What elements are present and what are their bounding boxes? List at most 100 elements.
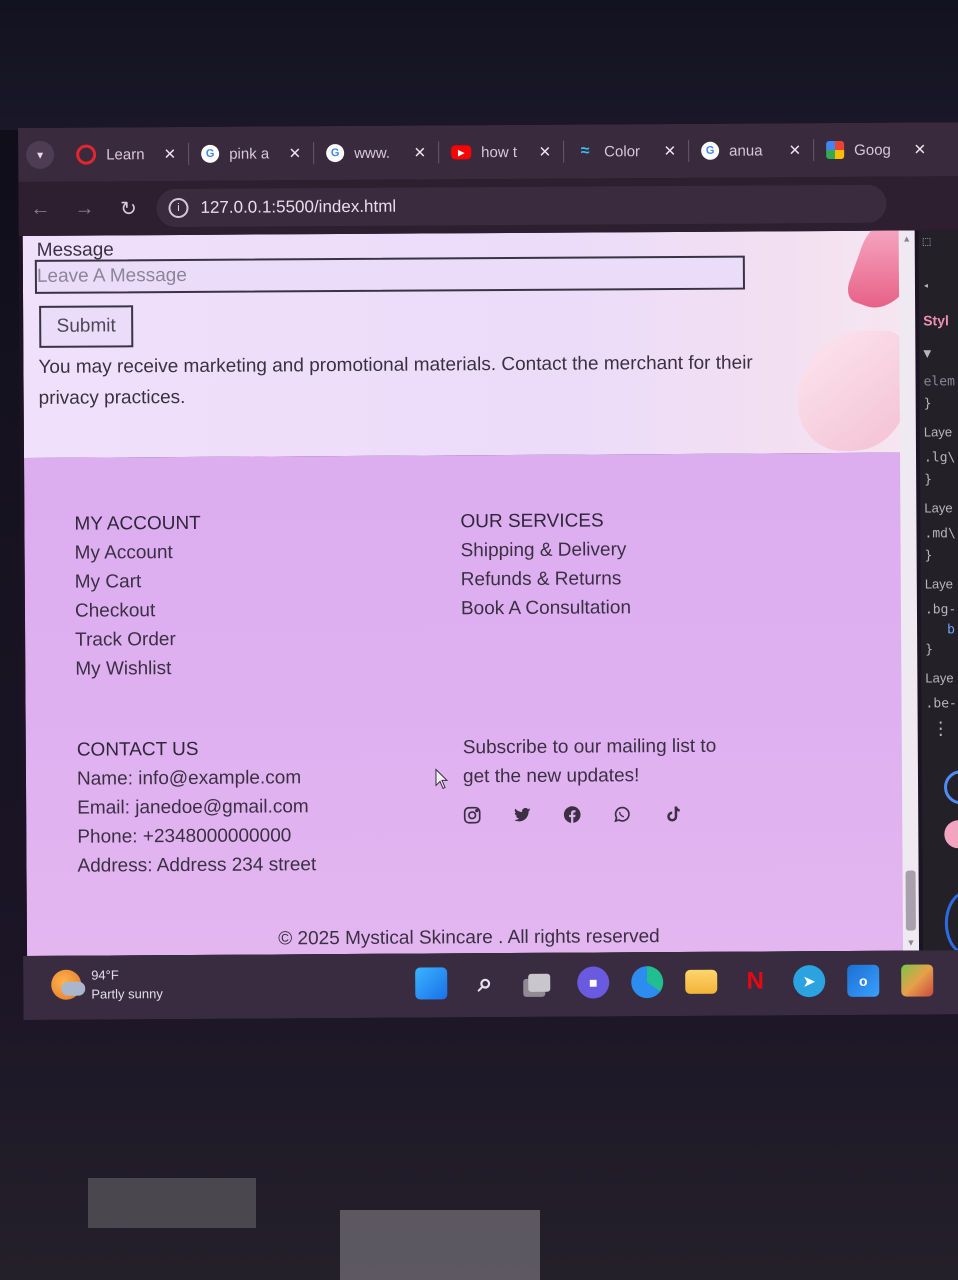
css-layer-label: Laye bbox=[924, 500, 953, 516]
tab-goog[interactable]: Goog ✕ bbox=[814, 132, 938, 167]
tab-pink[interactable]: G pink a ✕ bbox=[189, 136, 313, 171]
outlook-icon[interactable]: o bbox=[847, 964, 880, 997]
privacy-disclaimer: You may receive marketing and promotiona… bbox=[38, 352, 753, 409]
tab-close-icon[interactable]: ✕ bbox=[539, 143, 552, 161]
scroll-up-arrow-icon[interactable]: ▲ bbox=[899, 231, 915, 247]
submit-button[interactable]: Submit bbox=[39, 305, 134, 348]
our-services-heading: OUR SERVICES bbox=[460, 510, 604, 533]
netflix-icon[interactable]: N bbox=[739, 965, 771, 997]
contact-form-section: Message Submit You may receive marketing… bbox=[22, 230, 912, 458]
css-rule-line: } bbox=[924, 548, 933, 564]
google-icon: G bbox=[326, 144, 345, 163]
css-rule-line: .be- bbox=[925, 696, 957, 712]
weather-widget[interactable]: 94°F Partly sunny bbox=[51, 965, 163, 1004]
message-input[interactable] bbox=[34, 255, 746, 294]
page-scrollbar[interactable]: ▲ ▼ bbox=[898, 230, 920, 951]
styles-tab[interactable]: Styl bbox=[923, 312, 949, 328]
tab-close-icon[interactable]: ✕ bbox=[789, 141, 802, 159]
contact-email: Email: janedoe@gmail.com bbox=[77, 796, 309, 819]
subscribe-block: Subscribe to our mailing list to get the… bbox=[463, 732, 717, 792]
weather-condition: Partly sunny bbox=[91, 986, 163, 1002]
tab-title: www. bbox=[354, 144, 391, 162]
windows-start-icon[interactable] bbox=[415, 967, 448, 1000]
contact-us-heading: CONTACT US bbox=[76, 738, 199, 761]
my-account-heading: MY ACCOUNT bbox=[74, 512, 201, 535]
task-view-icon[interactable] bbox=[523, 967, 555, 999]
reload-icon[interactable]: ↻ bbox=[106, 196, 150, 221]
decorative-ribbon-image bbox=[797, 330, 908, 452]
tab-anua[interactable]: G anua ✕ bbox=[689, 133, 813, 168]
game-icon[interactable] bbox=[901, 964, 934, 997]
url-text: 127.0.0.1:5500/index.html bbox=[200, 196, 397, 217]
edge-icon[interactable] bbox=[631, 966, 664, 999]
tab-title: Learn bbox=[106, 145, 145, 163]
youtube-icon: ▶ bbox=[451, 145, 472, 160]
tab-title: how t bbox=[481, 143, 518, 161]
site-info-icon[interactable]: i bbox=[168, 197, 189, 219]
barcode-sticker bbox=[340, 1210, 540, 1280]
page-viewport: Message Submit You may receive marketing… bbox=[22, 230, 912, 956]
contact-address: Address: Address 234 street bbox=[77, 854, 317, 877]
color-swatch-icon[interactable] bbox=[944, 820, 958, 849]
css-rule-line: } bbox=[924, 472, 933, 488]
filter-icon[interactable]: ▼ bbox=[923, 346, 931, 361]
telegram-icon[interactable]: ➤ bbox=[793, 965, 826, 998]
twitter-icon[interactable] bbox=[512, 805, 532, 825]
contact-phone: Phone: +2348000000000 bbox=[77, 825, 292, 848]
google-photos-icon bbox=[826, 140, 845, 160]
tiktok-icon[interactable] bbox=[662, 804, 682, 824]
css-rule-line: elem bbox=[923, 374, 955, 390]
tab-close-icon[interactable]: ✕ bbox=[164, 145, 177, 163]
edge-sidebar-icon[interactable] bbox=[944, 890, 958, 951]
teams-icon[interactable]: ■ bbox=[577, 966, 610, 999]
devtools-panel: ⬚ ◂ Styl ▼ elem } Laye .lg\ } Laye .md\ … bbox=[918, 230, 958, 951]
opera-icon bbox=[76, 144, 97, 165]
contact-us-column: CONTACT US Name: info@example.com Email:… bbox=[77, 734, 317, 880]
tab-title: Goog bbox=[854, 141, 891, 159]
css-layer-label: Laye bbox=[925, 670, 954, 686]
tab-close-icon[interactable]: ✕ bbox=[664, 142, 677, 160]
footer-link-track-order[interactable]: Track Order bbox=[75, 625, 202, 655]
tab-close-icon[interactable]: ✕ bbox=[289, 144, 302, 162]
footer-link-my-wishlist[interactable]: My Wishlist bbox=[75, 654, 202, 684]
back-arrow-icon[interactable]: ← bbox=[18, 197, 62, 220]
tab-search-chevron-icon[interactable]: ▾ bbox=[26, 140, 55, 169]
collapse-arrow-icon[interactable]: ◂ bbox=[923, 280, 929, 291]
footer-link-checkout[interactable]: Checkout bbox=[75, 596, 202, 626]
footer-link-my-account[interactable]: My Account bbox=[75, 538, 202, 568]
tab-how[interactable]: ▶ how t ✕ bbox=[439, 135, 563, 170]
my-account-column: MY ACCOUNT My Account My Cart Checkout T… bbox=[74, 509, 201, 684]
tab-close-icon[interactable]: ✕ bbox=[914, 140, 927, 158]
windows-taskbar: 94°F Partly sunny ⌕ ■ N ➤ o bbox=[23, 950, 958, 1020]
site-footer: MY ACCOUNT My Account My Cart Checkout T… bbox=[24, 452, 912, 956]
devtools-avatar-icon[interactable] bbox=[943, 770, 958, 805]
footer-link-book-consultation[interactable]: Book A Consultation bbox=[461, 593, 631, 623]
css-rule-line: .bg- bbox=[924, 602, 957, 618]
footer-link-refunds-returns[interactable]: Refunds & Returns bbox=[461, 564, 631, 594]
search-icon[interactable]: ⌕ bbox=[469, 967, 501, 999]
whatsapp-icon[interactable] bbox=[612, 804, 632, 824]
css-rule-line: .lg\ bbox=[923, 450, 956, 466]
contact-name: Name: info@example.com bbox=[76, 767, 302, 790]
tab-close-icon[interactable]: ✕ bbox=[414, 144, 427, 162]
facebook-icon[interactable] bbox=[562, 805, 582, 825]
laptop-bezel bbox=[0, 0, 958, 130]
google-icon: G bbox=[701, 141, 720, 160]
tab-color[interactable]: ≈ Color ✕ bbox=[564, 134, 688, 169]
forward-arrow-icon[interactable]: → bbox=[62, 197, 106, 220]
scrollbar-thumb[interactable] bbox=[905, 870, 916, 931]
footer-link-my-cart[interactable]: My Cart bbox=[75, 567, 202, 597]
tab-title: anua bbox=[729, 141, 763, 160]
tab-www[interactable]: G www. ✕ bbox=[314, 135, 438, 170]
file-explorer-icon[interactable] bbox=[685, 969, 718, 994]
more-options-icon[interactable]: ⋮ bbox=[932, 718, 950, 739]
footer-link-shipping-delivery[interactable]: Shipping & Delivery bbox=[461, 535, 631, 565]
taskbar-apps: ⌕ ■ N ➤ o bbox=[415, 964, 934, 1000]
inspect-element-icon[interactable]: ⬚ bbox=[923, 234, 931, 249]
tab-learn[interactable]: Learn ✕ bbox=[64, 137, 188, 172]
address-bar: ← → ↻ i 127.0.0.1:5500/index.html bbox=[18, 176, 958, 236]
url-field[interactable]: i 127.0.0.1:5500/index.html bbox=[156, 184, 887, 228]
instagram-icon[interactable] bbox=[462, 805, 482, 825]
weather-temperature: 94°F bbox=[91, 967, 119, 983]
scroll-down-arrow-icon[interactable]: ▼ bbox=[903, 935, 919, 951]
